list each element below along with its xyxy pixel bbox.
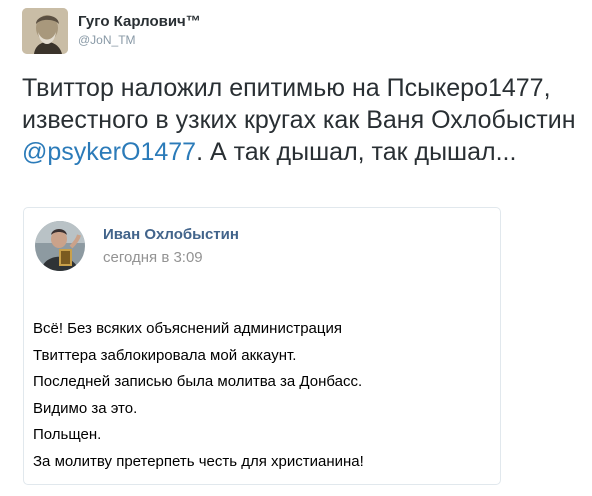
- embedded-post-card[interactable]: Иван Охлобыстин сегодня в 3:09 Всё! Без …: [23, 207, 501, 485]
- author-display-name[interactable]: Гуго Карлович™: [78, 14, 201, 29]
- embedded-author-name[interactable]: Иван Охлобыстин: [103, 226, 239, 243]
- embedded-author-avatar[interactable]: [35, 221, 85, 271]
- embedded-post-text: Всё! Без всяких объяснений администрация…: [33, 316, 495, 476]
- author-names: Гуго Карлович™ @JoN_TM: [78, 14, 201, 46]
- tweet: Гуго Карлович™ @JoN_TM Твиттор наложил е…: [0, 0, 592, 496]
- tweet-header: Гуго Карлович™ @JoN_TM: [22, 8, 201, 56]
- tweet-text: Твиттор наложил епитимью на Псыкеро1477,…: [22, 72, 582, 168]
- portrait-avatar-icon: [22, 8, 68, 54]
- embedded-text-line: Последней записью была молитва за Донбас…: [33, 373, 363, 391]
- author-handle[interactable]: @JoN_TM: [78, 34, 201, 46]
- embedded-text-line: Всё! Без всяких объяснений администрация: [33, 320, 342, 337]
- tweet-text-start: Твиттор наложил епитимью на Псыкеро1477,…: [22, 74, 576, 134]
- embedded-text-line: За молитву претерпеть честь для христиан…: [33, 452, 364, 470]
- author-avatar[interactable]: [22, 8, 68, 54]
- profile-photo-icon: [35, 221, 85, 271]
- embedded-text-line: Видимо за это.: [33, 399, 138, 417]
- tweet-text-end: . А так дышал, так дышал...: [196, 138, 517, 166]
- mention-link[interactable]: @psykerO1477: [22, 138, 196, 166]
- embedded-text-line: Польщен.: [33, 426, 102, 444]
- embedded-post-time[interactable]: сегодня в 3:09: [103, 249, 203, 266]
- embedded-text-line: Твиттера заблокировала мой аккаунт.: [33, 346, 297, 364]
